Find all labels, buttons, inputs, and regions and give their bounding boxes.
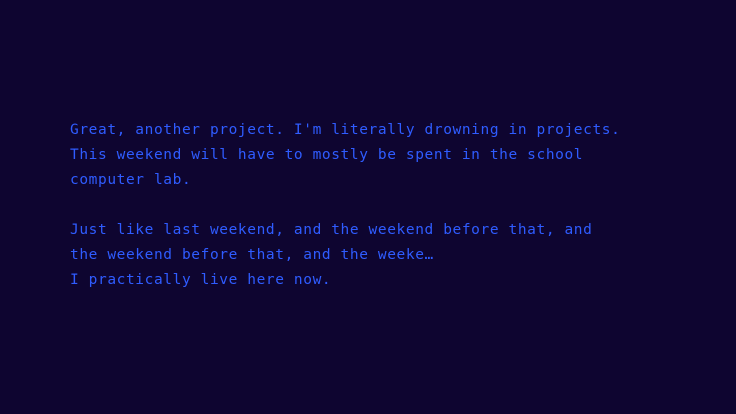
narration-line: computer lab. xyxy=(70,172,192,188)
game-screen[interactable]: Great, another project. I'm literally dr… xyxy=(0,0,736,414)
narration-line: Just like last weekend, and the weekend … xyxy=(70,222,593,238)
narration-line: the weekend before that, and the weeke… xyxy=(70,247,434,263)
narration-line: This weekend will have to mostly be spen… xyxy=(70,147,584,163)
narration-paragraph-2: Just like last weekend, and the weekend … xyxy=(70,218,710,293)
narration-textbox[interactable]: Great, another project. I'm literally dr… xyxy=(70,118,710,293)
narration-line: Great, another project. I'm literally dr… xyxy=(70,122,621,138)
narration-line: I practically live here now. xyxy=(70,272,332,288)
narration-paragraph-1: Great, another project. I'm literally dr… xyxy=(70,118,710,193)
